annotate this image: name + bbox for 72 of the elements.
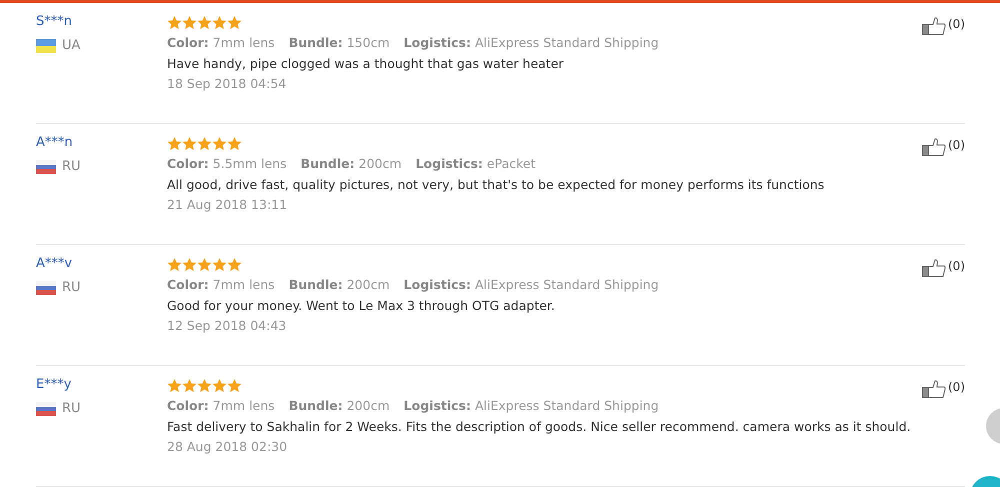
- spec-label: Logistics:: [404, 35, 471, 50]
- spec-value: 200cm: [358, 156, 402, 171]
- spec-label: Color:: [167, 156, 209, 171]
- star-icon: [167, 257, 182, 272]
- flag-icon: [36, 280, 56, 294]
- star-icon: [167, 15, 182, 30]
- star-icon: [197, 257, 212, 272]
- thumbs-up-icon[interactable]: [922, 138, 946, 156]
- review-date: 28 Aug 2018 02:30: [167, 439, 288, 454]
- star-icon: [197, 15, 212, 30]
- star-icon: [212, 136, 227, 151]
- flag-icon: [36, 38, 56, 52]
- like-count: (0): [948, 138, 965, 152]
- star-icon: [197, 136, 212, 151]
- reviewer-name: A***v: [36, 256, 72, 271]
- spec-value: AliExpress Standard Shipping: [475, 277, 659, 292]
- flag-icon: [36, 402, 56, 416]
- spec-value: 7mm lens: [212, 398, 275, 413]
- spec-value: 150cm: [346, 35, 390, 50]
- star-icon: [212, 257, 227, 272]
- star-icon: [167, 378, 182, 393]
- spec-value: AliExpress Standard Shipping: [475, 398, 659, 413]
- spec-label: Color:: [167, 277, 209, 292]
- star-icon: [182, 378, 197, 393]
- reviewer-name: A***n: [36, 135, 73, 150]
- review-text: Good for your money. Went to Le Max 3 through OTG adapter.: [167, 298, 556, 313]
- country-code: RU: [62, 159, 81, 174]
- star-icon: [197, 378, 212, 393]
- spec-value: 5.5mm lens: [212, 156, 287, 171]
- star-icon: [227, 378, 242, 393]
- spec-value: 200cm: [346, 398, 390, 413]
- like-count: (0): [948, 259, 965, 273]
- spec-value: AliExpress Standard Shipping: [475, 35, 659, 50]
- star-icon: [182, 136, 197, 151]
- review-text: Have handy, pipe clogged was a thought that gas water heater: [167, 56, 565, 71]
- spec-value: ePacket: [486, 156, 536, 171]
- review-date: 12 Sep 2018 04:43: [167, 318, 286, 333]
- star-icon: [182, 257, 197, 272]
- review-date: 21 Aug 2018 13:11: [167, 197, 288, 212]
- review-text: All good, drive fast, quality pictures, not very, but that's to be expected for money performs its functions: [167, 177, 826, 192]
- spec-label: Bundle:: [288, 35, 343, 50]
- spec-value: 7mm lens: [212, 277, 275, 292]
- thumbs-up-icon[interactable]: [922, 380, 946, 398]
- country-code: RU: [62, 401, 81, 416]
- spec-label: Color:: [167, 398, 209, 413]
- reviewer-name: E***y: [36, 377, 72, 392]
- reviewer-name: S***n: [36, 14, 72, 29]
- star-icon: [212, 378, 227, 393]
- thumbs-up-icon[interactable]: [922, 17, 946, 35]
- star-icon: [227, 15, 242, 30]
- spec-label: Logistics:: [404, 277, 471, 292]
- spec-label: Bundle:: [288, 277, 343, 292]
- thumbs-up-icon[interactable]: [922, 259, 946, 277]
- star-icon: [167, 136, 182, 151]
- spec-value: 200cm: [346, 277, 390, 292]
- flag-icon: [36, 160, 56, 174]
- like-count: (0): [948, 380, 965, 394]
- country-code: RU: [62, 280, 81, 295]
- review-text: Fast delivery to Sakhalin for 2 Weeks. Fits the description of goods. Nice seller recommend. camera works as it should.: [167, 419, 912, 434]
- spec-label: Logistics:: [404, 398, 471, 413]
- review-date: 18 Sep 2018 04:54: [167, 76, 286, 91]
- star-icon: [227, 257, 242, 272]
- country-code: UA: [62, 38, 80, 53]
- spec-label: Bundle:: [288, 398, 343, 413]
- spec-label: Logistics:: [416, 156, 483, 171]
- spec-value: 7mm lens: [212, 35, 275, 50]
- star-icon: [212, 15, 227, 30]
- spec-label: Bundle:: [300, 156, 355, 171]
- like-count: (0): [948, 17, 965, 31]
- star-icon: [182, 15, 197, 30]
- spec-label: Color:: [167, 35, 209, 50]
- star-icon: [227, 136, 242, 151]
